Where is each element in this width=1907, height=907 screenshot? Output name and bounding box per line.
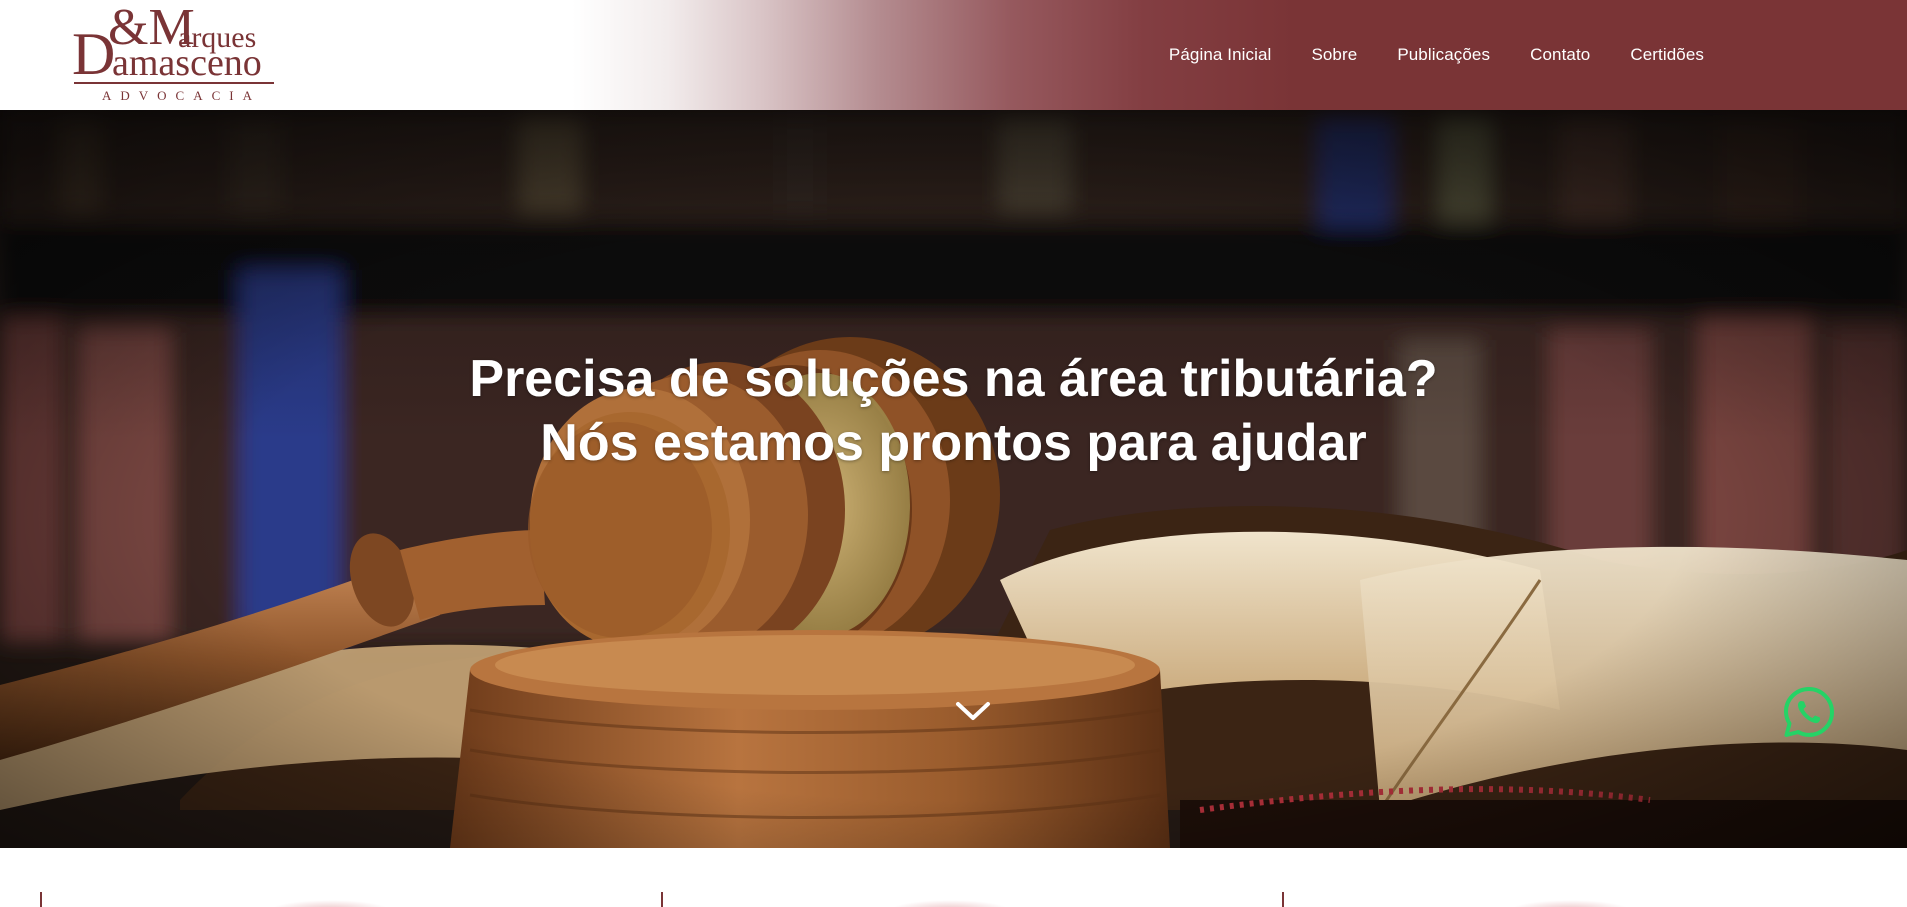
nav-item-publications[interactable]: Publicações xyxy=(1397,45,1490,65)
nav-item-about[interactable]: Sobre xyxy=(1311,45,1357,65)
nav-item-contact[interactable]: Contato xyxy=(1530,45,1590,65)
column-icon-glow xyxy=(270,900,390,907)
logo-mark: D &M arques amasceno ADVOCACIA xyxy=(72,2,274,103)
site-header: D &M arques amasceno ADVOCACIA Página In… xyxy=(0,0,1907,110)
hero-title-line-1: Precisa de soluções na área tributária? xyxy=(469,350,1438,408)
column-icon-glow xyxy=(1510,900,1630,907)
hero-title: Precisa de soluções na área tributária? … xyxy=(0,347,1907,475)
main-nav: Página Inicial Sobre Publicações Contato… xyxy=(1169,0,1704,110)
hero-title-line-2: Nós estamos prontos para ajudar xyxy=(540,414,1367,472)
logo-word-bottom: amasceno xyxy=(112,42,262,84)
whatsapp-button[interactable] xyxy=(1782,685,1836,739)
column-divider xyxy=(40,892,42,907)
services-section xyxy=(0,848,1907,907)
hero-background-image xyxy=(0,110,1907,848)
nav-item-home[interactable]: Página Inicial xyxy=(1169,45,1272,65)
nav-item-certificates[interactable]: Certidões xyxy=(1630,45,1704,65)
brand-logo[interactable]: D &M arques amasceno ADVOCACIA xyxy=(72,2,278,106)
hero-section: Precisa de soluções na área tributária? … xyxy=(0,110,1907,848)
column-icon-glow xyxy=(890,900,1010,907)
logo-tagline: ADVOCACIA xyxy=(102,88,261,103)
scroll-down-button[interactable] xyxy=(953,696,993,726)
chevron-down-icon xyxy=(956,702,990,720)
logo-rule xyxy=(74,82,274,84)
whatsapp-icon xyxy=(1784,687,1834,737)
column-divider xyxy=(1282,892,1284,907)
column-divider xyxy=(661,892,663,907)
